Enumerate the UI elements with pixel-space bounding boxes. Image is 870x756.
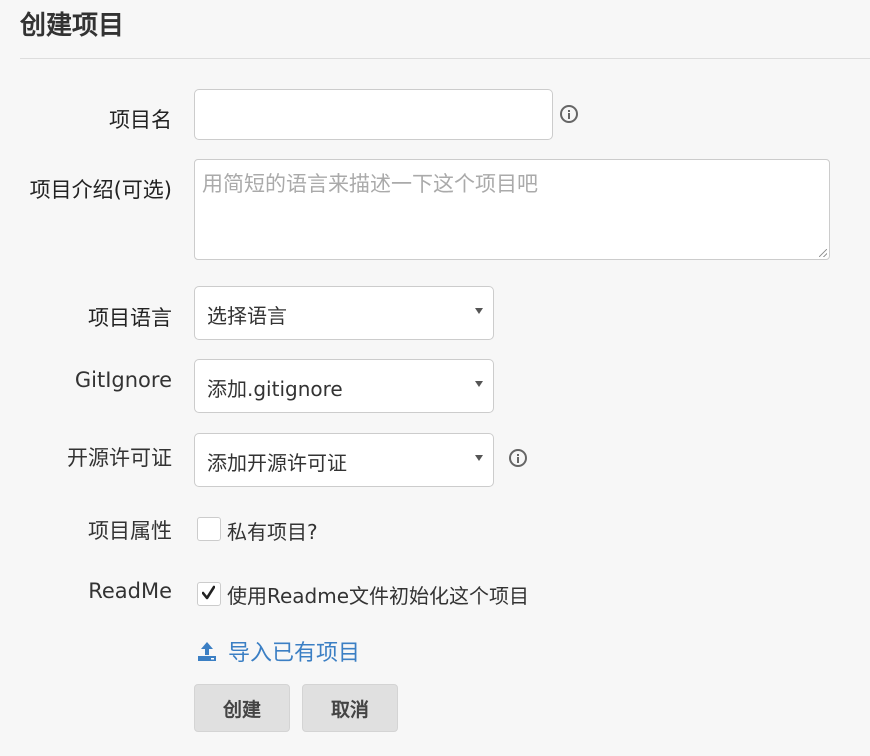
gitignore-select[interactable]: 添加.gitignore xyxy=(194,359,494,413)
import-project-link[interactable]: 导入已有项目 xyxy=(196,636,360,666)
project-name-input[interactable] xyxy=(194,89,553,140)
project-language-label: 项目语言 xyxy=(88,306,172,330)
project-name-label: 项目名 xyxy=(109,108,172,132)
license-select-value: 添加开源许可证 xyxy=(207,451,347,475)
resize-grip-icon[interactable] xyxy=(819,249,827,257)
upload-icon xyxy=(198,642,216,661)
readme-checkbox-label[interactable]: 使用Readme文件初始化这个项目 xyxy=(227,580,529,609)
readme-label: ReadMe xyxy=(88,579,172,603)
private-checkbox-label[interactable]: 私有项目? xyxy=(227,516,318,545)
import-project-label: 导入已有项目 xyxy=(228,641,361,666)
license-label: 开源许可证 xyxy=(67,446,172,470)
gitignore-label: GitIgnore xyxy=(74,368,172,392)
page-title: 创建项目 xyxy=(20,11,125,41)
create-button[interactable]: 创建 xyxy=(194,684,290,732)
project-description-label: 项目介绍(可选) xyxy=(29,178,172,202)
description-placeholder: 用简短的语言来描述一下这个项目吧 xyxy=(202,172,538,196)
project-description-textarea[interactable]: 用简短的语言来描述一下这个项目吧 xyxy=(194,159,830,260)
readme-checkbox[interactable] xyxy=(197,582,221,606)
chevron-down-icon xyxy=(475,308,483,314)
divider xyxy=(20,58,870,59)
project-attribute-label: 项目属性 xyxy=(88,519,172,543)
cancel-button[interactable]: 取消 xyxy=(302,684,398,732)
gitignore-select-value: 添加.gitignore xyxy=(207,377,343,401)
private-checkbox[interactable] xyxy=(197,517,221,541)
chevron-down-icon xyxy=(475,455,483,461)
checkmark-icon xyxy=(202,585,215,600)
language-select[interactable]: 选择语言 xyxy=(194,286,494,340)
chevron-down-icon xyxy=(475,381,483,387)
license-select[interactable]: 添加开源许可证 xyxy=(194,433,494,487)
language-select-value: 选择语言 xyxy=(207,304,287,328)
info-icon[interactable] xyxy=(560,105,578,123)
info-icon[interactable] xyxy=(509,449,527,467)
